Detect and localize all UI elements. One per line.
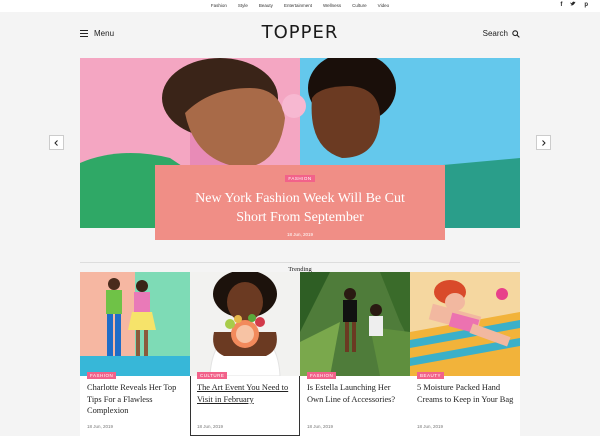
- trending-cards: Fashion Charlotte Reveals Her Top Tips F…: [80, 272, 520, 436]
- facebook-icon[interactable]: f: [560, 1, 562, 11]
- hero-date: 18 Jun, 2019: [286, 232, 314, 237]
- hero-title-line: Short From September: [236, 210, 364, 225]
- search-icon: [512, 29, 520, 38]
- hero-title[interactable]: New York Fashion Week Will Be Cut Short …: [155, 189, 445, 227]
- article-title[interactable]: Charlotte Reveals Her Top Tips For a Fla…: [87, 382, 185, 417]
- article-image[interactable]: [410, 272, 520, 376]
- article-date: 18 Jun, 2019: [87, 424, 114, 429]
- hero-caption[interactable]: Fashion New York Fashion Week Will Be Cu…: [155, 165, 445, 240]
- social-links: f p: [560, 1, 588, 11]
- chevron-right-icon: [542, 139, 546, 146]
- top-nav-beauty[interactable]: Beauty: [259, 2, 273, 10]
- twitter-icon[interactable]: [570, 1, 576, 11]
- top-nav-style[interactable]: Style: [238, 2, 248, 10]
- top-nav-entertainment[interactable]: Entertainment: [284, 2, 312, 10]
- article-title[interactable]: The Art Event You Need to Visit in Febru…: [197, 382, 295, 405]
- category-badge[interactable]: Beauty: [417, 372, 445, 379]
- article-card[interactable]: Culture The Art Event You Need to Visit …: [190, 272, 300, 436]
- article-image[interactable]: [190, 272, 300, 376]
- category-badge[interactable]: Fashion: [285, 175, 315, 182]
- article-date: 18 Jun, 2019: [197, 424, 224, 429]
- article-image[interactable]: [300, 272, 410, 376]
- article-card[interactable]: Fashion Charlotte Reveals Her Top Tips F…: [80, 272, 190, 436]
- top-nav-video[interactable]: Video: [378, 2, 389, 10]
- prev-slide-button[interactable]: [49, 135, 64, 150]
- top-nav-culture[interactable]: Culture: [352, 2, 367, 10]
- next-slide-button[interactable]: [536, 135, 551, 150]
- top-nav-fashion[interactable]: Fashion: [211, 2, 227, 10]
- top-nav: Fashion Style Beauty Entertainment Welln…: [0, 2, 600, 10]
- pinterest-icon[interactable]: p: [584, 1, 588, 11]
- article-title[interactable]: 5 Moisture Packed Hand Creams to Keep in…: [417, 382, 515, 405]
- category-badge[interactable]: Culture: [197, 372, 228, 379]
- hero-title-line: New York Fashion Week Will Be Cut: [195, 191, 405, 206]
- search-button[interactable]: Search: [483, 29, 520, 38]
- chevron-left-icon: [54, 139, 58, 146]
- article-card[interactable]: Beauty 5 Moisture Packed Hand Creams to …: [410, 272, 520, 436]
- category-badge[interactable]: Fashion: [87, 372, 117, 379]
- article-card[interactable]: Fashion Is Estella Launching Her Own Lin…: [300, 272, 410, 436]
- article-date: 18 Jun, 2019: [417, 424, 444, 429]
- article-image[interactable]: [80, 272, 190, 376]
- search-label: Search: [482, 29, 508, 38]
- top-bar: Fashion Style Beauty Entertainment Welln…: [0, 0, 600, 12]
- article-date: 18 Jun, 2019: [307, 424, 334, 429]
- article-title[interactable]: Is Estella Launching Her Own Line of Acc…: [307, 382, 405, 405]
- top-nav-wellness[interactable]: Wellness: [323, 2, 341, 10]
- category-badge[interactable]: Fashion: [307, 372, 337, 379]
